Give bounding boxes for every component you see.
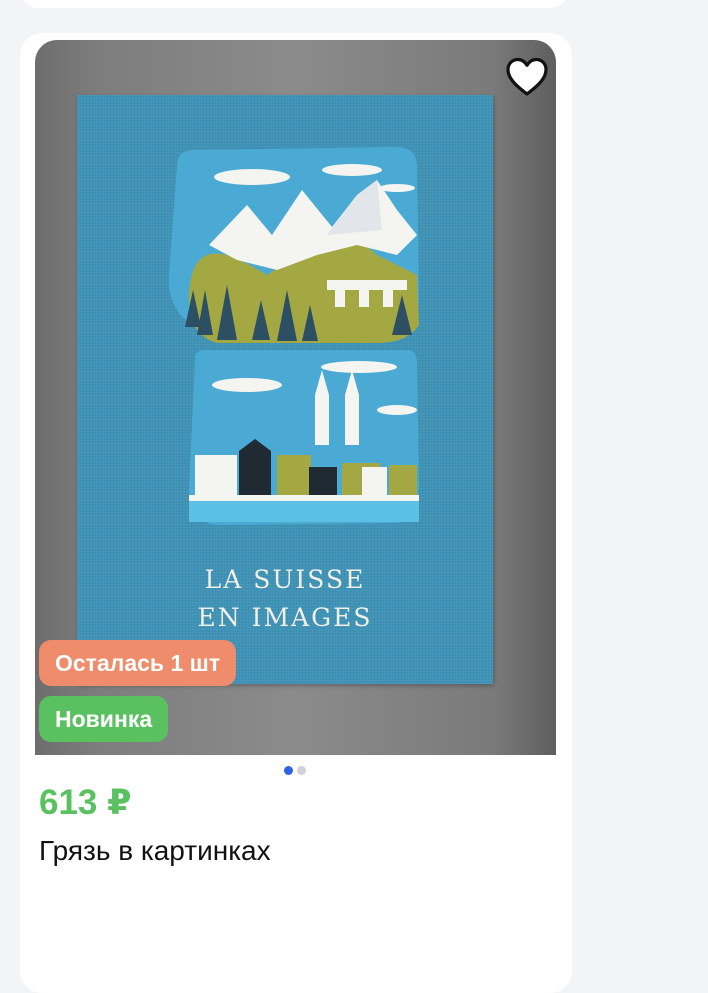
product-image[interactable]: LA SUISSE EN IMAGES Осталась 1 шт Новинк… <box>35 40 556 755</box>
gallery-dot-2[interactable] <box>297 766 306 775</box>
heart-icon <box>506 57 548 96</box>
new-badge: Новинка <box>39 696 169 742</box>
previous-product-card[interactable] <box>20 0 568 8</box>
cover-illustration <box>168 147 419 525</box>
cover-title-line1: LA SUISSE <box>204 565 366 594</box>
product-card[interactable]: LA SUISSE EN IMAGES Осталась 1 шт Новинк… <box>20 33 572 993</box>
product-title[interactable]: Грязь в картинках <box>39 835 271 867</box>
stock-badge: Осталась 1 шт <box>39 640 237 686</box>
product-price: 613 ₽ <box>39 783 132 822</box>
favorite-button[interactable] <box>504 54 550 100</box>
gallery-dot-1[interactable] <box>284 766 293 775</box>
gallery-pagination[interactable] <box>284 766 306 775</box>
book-cover: LA SUISSE EN IMAGES <box>77 95 493 684</box>
cover-title-line2: EN IMAGES <box>197 603 373 632</box>
